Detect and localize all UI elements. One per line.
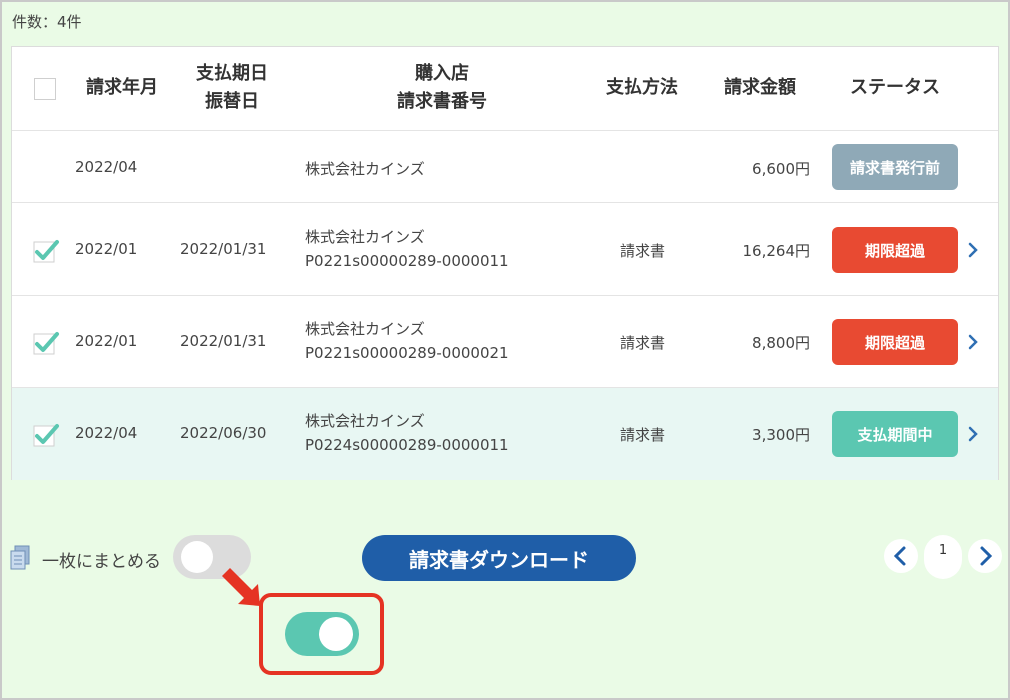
merge-toggle-on-example[interactable] xyxy=(285,612,359,656)
cell-month: 2022/04 xyxy=(75,424,138,442)
toggle-knob xyxy=(181,541,213,573)
chevron-right-icon[interactable] xyxy=(966,333,980,351)
cell-due: 2022/06/30 xyxy=(180,424,267,442)
table-header: 請求年月 支払期日 振替日 購入店 請求書番号 支払方法 請求金額 ステータス xyxy=(12,47,998,131)
cell-amount: 3,300円 xyxy=(752,426,810,444)
cell-store: 株式会社カインズ xyxy=(305,228,425,246)
header-due-line2: 振替日 xyxy=(205,91,259,112)
header-store-line2: 請求書番号 xyxy=(397,91,487,112)
status-badge: 期限超過 xyxy=(832,319,958,365)
cell-invoice-number: P0224s00000289-0000011 xyxy=(305,436,509,454)
cell-store: 株式会社カインズ xyxy=(305,412,425,430)
merge-label: 一枚にまとめる xyxy=(42,552,161,572)
invoice-table: 請求年月 支払期日 振替日 購入店 請求書番号 支払方法 請求金額 ステータス … xyxy=(11,46,999,480)
prev-page-button[interactable] xyxy=(884,539,918,573)
next-page-button[interactable] xyxy=(968,539,1002,573)
header-store-line1: 購入店 xyxy=(415,63,469,84)
current-page[interactable]: 1 xyxy=(924,535,962,579)
cell-due: 2022/01/31 xyxy=(180,332,267,350)
chevron-left-icon xyxy=(893,546,906,566)
status-badge: 請求書発行前 xyxy=(832,144,958,190)
chevron-right-icon[interactable] xyxy=(966,241,980,259)
check-icon[interactable] xyxy=(32,420,60,448)
check-icon[interactable] xyxy=(32,236,60,264)
select-all-checkbox[interactable] xyxy=(34,78,56,100)
table-row[interactable]: 2022/04 株式会社カインズ 6,600円 請求書発行前 xyxy=(12,132,998,203)
header-amount: 請求金額 xyxy=(724,77,796,98)
cell-month: 2022/04 xyxy=(75,158,138,176)
cell-method: 請求書 xyxy=(620,334,666,352)
table-row[interactable]: 2022/01 2022/01/31 株式会社カインズ P0221s000002… xyxy=(12,296,998,388)
cell-invoice-number: P0221s00000289-0000011 xyxy=(305,252,509,270)
download-invoice-button[interactable]: 請求書ダウンロード xyxy=(362,535,636,581)
cell-store: 株式会社カインズ xyxy=(305,320,425,338)
cell-method: 請求書 xyxy=(620,242,666,260)
cell-amount: 16,264円 xyxy=(742,242,811,260)
table-row[interactable]: 2022/01 2022/01/31 株式会社カインズ P0221s000002… xyxy=(12,204,998,296)
chevron-right-icon[interactable] xyxy=(966,425,980,443)
table-row[interactable]: 2022/04 2022/06/30 株式会社カインズ P0224s000002… xyxy=(12,388,998,480)
cell-store: 株式会社カインズ xyxy=(305,160,425,178)
cell-amount: 6,600円 xyxy=(752,160,810,178)
status-badge: 支払期間中 xyxy=(832,411,958,457)
header-status: ステータス xyxy=(850,77,940,98)
documents-icon xyxy=(10,545,30,570)
result-count: 件数：4件 xyxy=(12,13,82,31)
header-month: 請求年月 xyxy=(86,77,158,98)
header-method: 支払方法 xyxy=(606,77,678,98)
check-icon[interactable] xyxy=(32,328,60,356)
cell-method: 請求書 xyxy=(620,426,666,444)
chevron-right-icon xyxy=(980,546,993,566)
cell-due: 2022/01/31 xyxy=(180,240,267,258)
status-badge: 期限超過 xyxy=(832,227,958,273)
toggle-knob xyxy=(319,617,353,651)
cell-amount: 8,800円 xyxy=(752,334,810,352)
cell-month: 2022/01 xyxy=(75,332,138,350)
cell-month: 2022/01 xyxy=(75,240,138,258)
cell-invoice-number: P0221s00000289-0000021 xyxy=(305,344,509,362)
header-due-line1: 支払期日 xyxy=(196,63,268,84)
